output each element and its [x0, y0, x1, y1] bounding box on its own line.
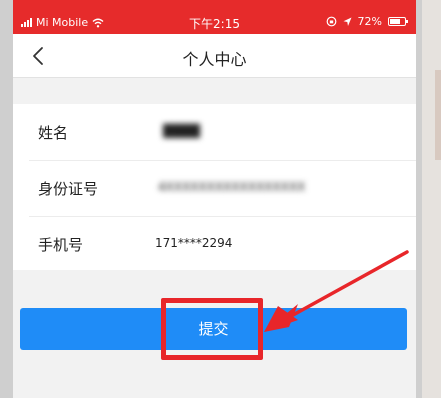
id-number-value: 4XXXXXXXXXXXXXXXXX	[158, 180, 306, 194]
screenshot: Mi Mobile 下午2:15 72% 个人中心 姓名 ████ 身份证号 4…	[0, 0, 441, 398]
status-bar: Mi Mobile 下午2:15 72%	[13, 0, 416, 34]
page-title: 个人中心	[182, 50, 247, 69]
background-edge	[422, 0, 441, 398]
lock-rotation-icon	[326, 16, 336, 27]
annotation-arrow-icon	[264, 250, 409, 332]
battery-fill	[390, 19, 401, 24]
profile-form: 姓名 ████ 身份证号 4XXXXXXXXXXXXXXXXX 手机号 171*…	[13, 104, 416, 270]
phone-label: 手机号	[38, 236, 84, 254]
form-row-id-number: 身份证号 4XXXXXXXXXXXXXXXXX	[13, 160, 416, 214]
battery-percent: 72%	[357, 15, 382, 28]
name-label: 姓名	[38, 124, 69, 142]
status-right: 72%	[326, 15, 408, 28]
battery-icon	[388, 17, 408, 26]
form-row-name: 姓名 ████	[13, 104, 416, 158]
navigation-bar: 个人中心	[13, 34, 416, 78]
name-value: ████	[163, 124, 200, 138]
phone-value: 171****2294	[155, 236, 233, 250]
location-icon	[343, 17, 352, 26]
id-number-label: 身份证号	[38, 180, 99, 198]
annotation-highlight-box	[161, 298, 263, 360]
